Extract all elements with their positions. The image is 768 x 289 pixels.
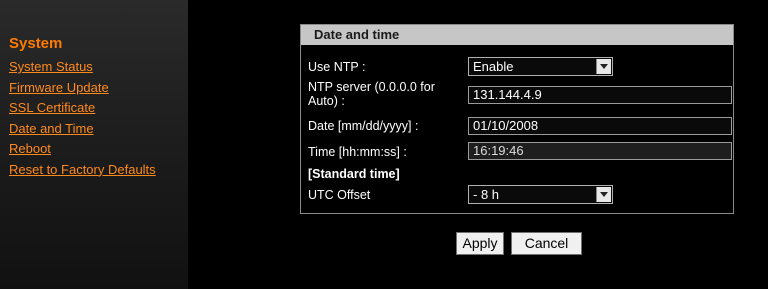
cancel-button[interactable]: Cancel bbox=[511, 232, 582, 255]
sidebar-item-reboot[interactable]: Reboot bbox=[9, 139, 156, 160]
time-label: Time [hh:mm:ss] : bbox=[308, 145, 407, 159]
date-label: Date [mm/dd/yyyy] : bbox=[308, 119, 419, 133]
sidebar-item-ssl-certificate[interactable]: SSL Certificate bbox=[9, 98, 156, 119]
sidebar-item-system-status[interactable]: System Status bbox=[9, 57, 156, 78]
apply-button[interactable]: Apply bbox=[456, 232, 504, 255]
utc-offset-select[interactable]: - 8 h bbox=[468, 185, 613, 204]
utc-offset-value: - 8 h bbox=[473, 187, 500, 202]
chevron-down-icon[interactable] bbox=[596, 59, 611, 74]
sidebar-item-date-and-time[interactable]: Date and Time bbox=[9, 119, 156, 140]
date-time-panel: Date and time Use NTP : Enable NTP serve… bbox=[300, 24, 734, 214]
sidebar-nav: System Status Firmware Update SSL Certif… bbox=[9, 57, 156, 180]
date-input[interactable]: 01/10/2008 bbox=[468, 117, 732, 135]
panel-title: Date and time bbox=[301, 25, 733, 45]
ntp-server-label-line2: Auto) : bbox=[308, 94, 345, 108]
sidebar: System System Status Firmware Update SSL… bbox=[0, 0, 188, 289]
use-ntp-select[interactable]: Enable bbox=[468, 57, 613, 76]
utc-offset-label: UTC Offset bbox=[308, 188, 371, 202]
chevron-down-icon[interactable] bbox=[596, 187, 611, 202]
ntp-server-input[interactable]: 131.144.4.9 bbox=[468, 86, 732, 104]
sidebar-title: System bbox=[9, 35, 63, 52]
time-input[interactable]: 16:19:46 bbox=[468, 142, 732, 160]
standard-time-heading: [Standard time] bbox=[308, 167, 400, 181]
sidebar-item-reset-factory-defaults[interactable]: Reset to Factory Defaults bbox=[9, 160, 156, 181]
use-ntp-label: Use NTP : bbox=[308, 60, 366, 74]
use-ntp-value: Enable bbox=[473, 59, 514, 74]
ntp-server-label-line1: NTP server (0.0.0.0 for bbox=[308, 80, 435, 94]
sidebar-item-firmware-update[interactable]: Firmware Update bbox=[9, 78, 156, 99]
